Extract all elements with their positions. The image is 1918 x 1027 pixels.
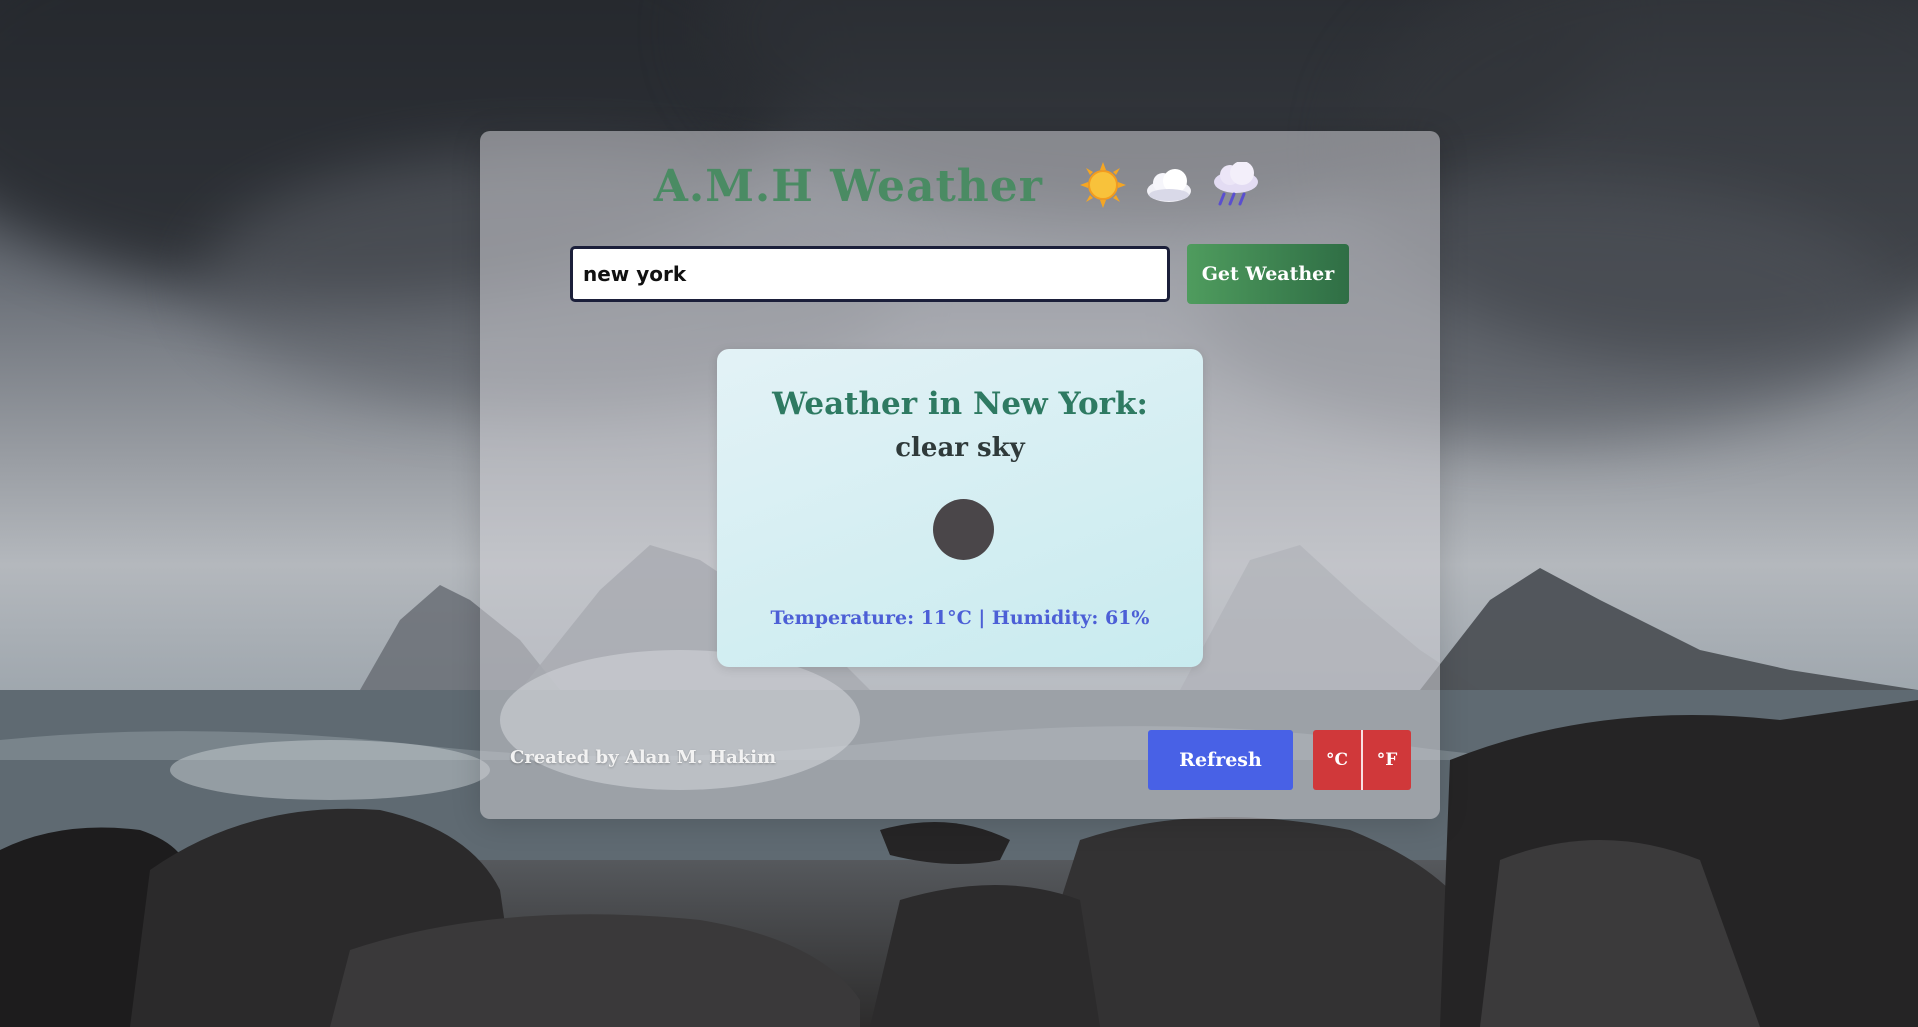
temperature-humidity-stats: Temperature: 11°C | Humidity: 61% [770,607,1150,629]
celsius-button[interactable]: °C [1313,730,1361,790]
result-heading: Weather in New York: [772,386,1148,422]
fahrenheit-button[interactable]: °F [1363,730,1411,790]
title-emojis [1074,160,1266,212]
get-weather-button[interactable]: Get Weather [1187,244,1349,304]
credit-text: Created by Alan M. Hakim [510,747,777,768]
title-row: A.M.H Weather [480,160,1440,221]
search-row: Get Weather [570,244,1350,306]
city-search-input[interactable] [570,246,1170,302]
weather-result-panel: Weather in New York: clear sky Temperatu… [717,349,1203,667]
rain-cloud-icon [1210,160,1260,212]
unit-toggle: °C °F [1313,730,1411,790]
weather-card: A.M.H Weather new york Get Weather Weath… [480,131,1440,819]
cloud-icon [1143,167,1193,207]
weather-description: clear sky [895,433,1025,463]
app-title: A.M.H Weather [653,161,1043,212]
sun-icon [1080,161,1127,212]
weather-condition-icon [933,499,994,560]
refresh-button[interactable]: Refresh [1148,730,1293,790]
